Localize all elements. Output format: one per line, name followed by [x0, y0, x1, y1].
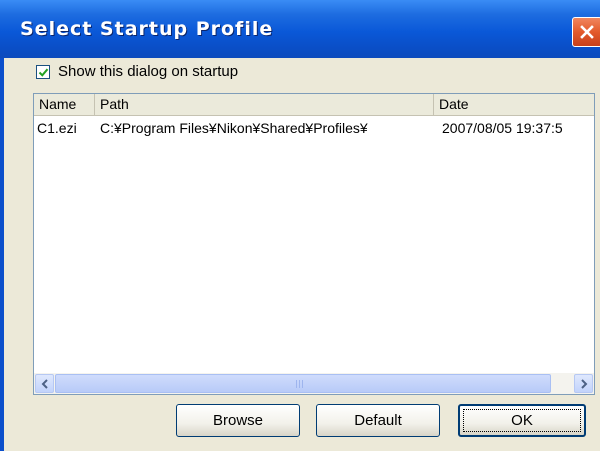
- close-button[interactable]: [572, 17, 600, 47]
- profile-path-cell: C:¥Program Files¥Nikon¥Shared¥Profiles¥: [100, 120, 368, 136]
- show-on-startup-checkbox[interactable]: [36, 65, 50, 79]
- ok-label: OK: [511, 412, 533, 429]
- column-header-name[interactable]: Name: [34, 94, 95, 115]
- show-on-startup-label: Show this dialog on startup: [58, 63, 239, 80]
- list-header: Name Path Date: [34, 94, 594, 116]
- profile-name-cell: C1.ezi: [37, 120, 77, 136]
- close-icon: [580, 25, 594, 39]
- profile-date-cell: 2007/08/05 19:37:5: [442, 120, 563, 136]
- arrow-right-icon: [581, 379, 588, 389]
- ok-button[interactable]: OK: [458, 404, 586, 437]
- arrow-left-icon: [41, 379, 48, 389]
- window-border: [0, 58, 4, 451]
- dialog-title: Select Startup Profile: [20, 18, 274, 40]
- column-header-path[interactable]: Path: [95, 94, 434, 115]
- checkmark-icon: [38, 68, 49, 77]
- scroll-left-button[interactable]: [35, 374, 54, 393]
- browse-button[interactable]: Browse: [176, 404, 300, 437]
- scroll-right-button[interactable]: [574, 374, 593, 393]
- default-button[interactable]: Default: [316, 404, 440, 437]
- profile-list[interactable]: Name Path Date C1.ezi C:¥Program Files¥N…: [33, 93, 595, 395]
- scroll-grip-icon: [296, 380, 306, 388]
- list-item[interactable]: C1.ezi C:¥Program Files¥Nikon¥Shared¥Pro…: [34, 118, 594, 138]
- scroll-thumb[interactable]: [55, 374, 551, 393]
- horizontal-scrollbar[interactable]: [34, 373, 594, 394]
- title-bar[interactable]: Select Startup Profile: [0, 0, 600, 58]
- column-header-date[interactable]: Date: [434, 94, 594, 115]
- select-startup-profile-dialog: Select Startup Profile Show this dialog …: [0, 0, 600, 451]
